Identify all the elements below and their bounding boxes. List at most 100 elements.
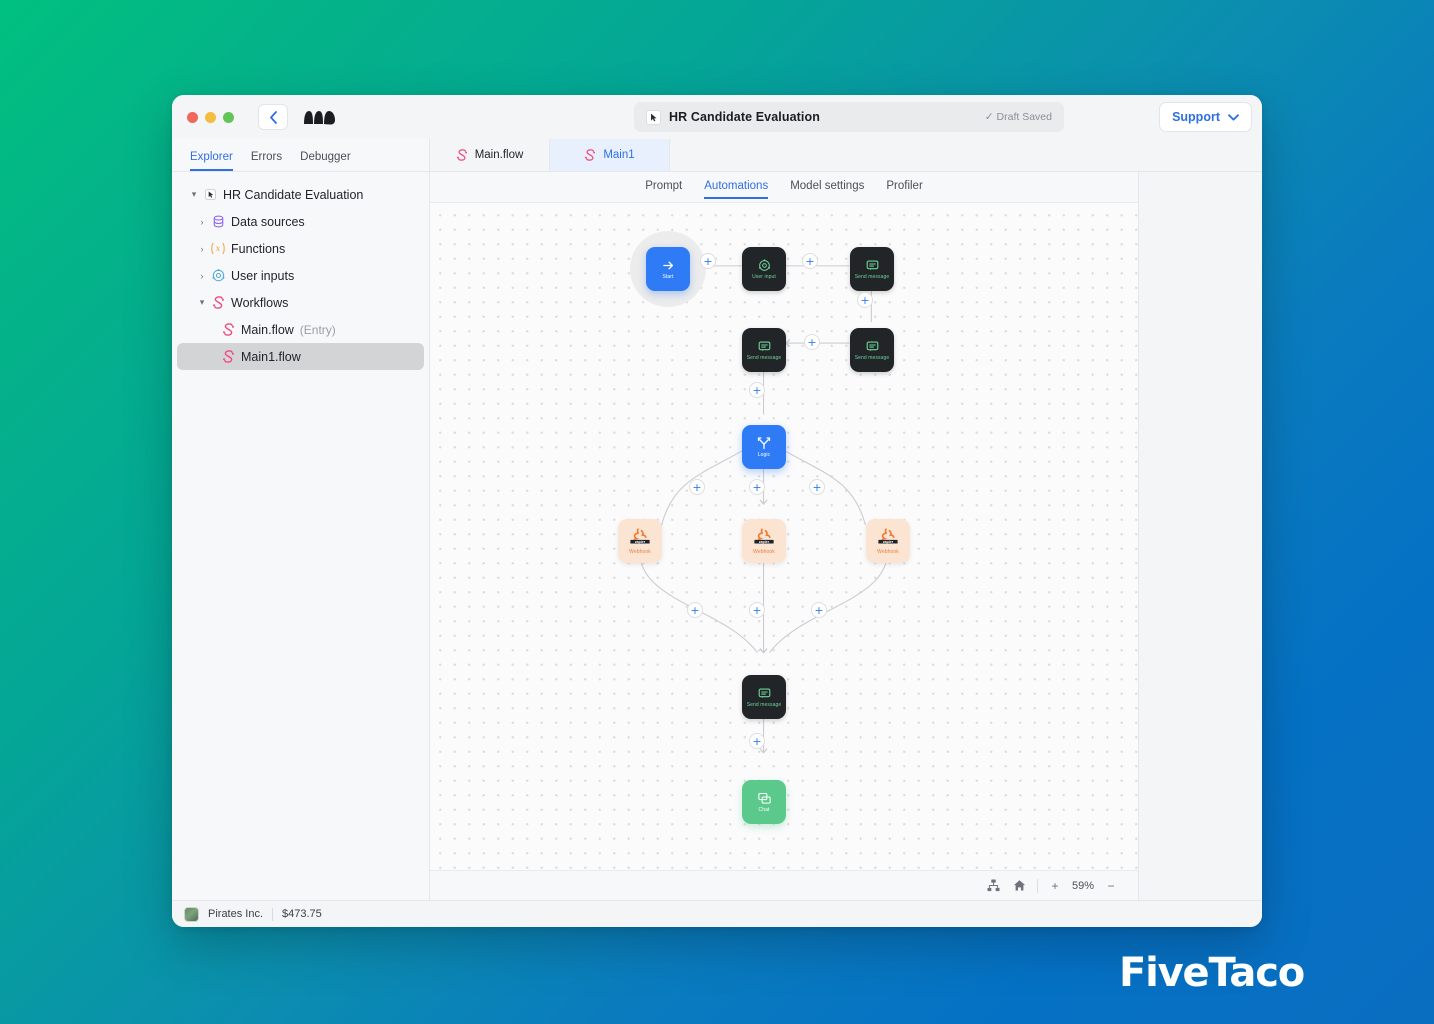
flow-icon: [219, 323, 237, 336]
flow-node-zapL[interactable]: zapier Webhook: [618, 519, 662, 563]
chevron-right-icon[interactable]: ›: [195, 244, 209, 254]
zapier-icon: zapier: [628, 527, 652, 547]
chevron-down-icon: [1228, 113, 1239, 120]
tab-automations[interactable]: Automations: [704, 181, 769, 199]
flow-icon: [585, 149, 596, 161]
flow-node-send2[interactable]: Send message: [850, 328, 894, 372]
add-node-button[interactable]: +: [700, 253, 716, 269]
flow-icon: [456, 149, 467, 161]
add-node-button[interactable]: +: [857, 292, 873, 308]
flow-canvas[interactable]: Start User input Send message Send message S…: [430, 203, 1138, 870]
tab-errors[interactable]: Errors: [251, 151, 282, 172]
flow-edge: [639, 545, 758, 654]
back-button[interactable]: [258, 104, 288, 130]
layout-tree-icon: [987, 879, 1001, 892]
flow-node-send4[interactable]: Send message: [742, 675, 786, 719]
svg-text:x: x: [216, 244, 221, 253]
chevron-right-icon[interactable]: ›: [195, 217, 209, 227]
chat-icon: [757, 792, 771, 805]
add-node-button[interactable]: +: [749, 602, 765, 618]
flow-node-chat[interactable]: Chat: [742, 780, 786, 824]
main-area: Main.flow Main1 Prompt Automations Model…: [430, 139, 1262, 900]
moveo-logo[interactable]: [302, 109, 336, 126]
tree-item-label: Workflows: [231, 295, 289, 310]
message-icon: [758, 340, 771, 353]
tab-debugger[interactable]: Debugger: [300, 151, 351, 172]
chevron-left-icon: [269, 110, 277, 124]
editor-subtabs: Prompt Automations Model settings Profil…: [430, 172, 1138, 203]
tree-item-label: Data sources: [231, 214, 305, 229]
zoom-out-button[interactable]: −: [1098, 875, 1124, 897]
tree-item-main1-flow[interactable]: Main1.flow: [177, 343, 424, 370]
arrow-right-icon: [662, 259, 675, 272]
fivetaco-watermark: FiveTaco: [1119, 950, 1305, 996]
maximize-window-button[interactable]: [223, 111, 234, 123]
tab-model-settings[interactable]: Model settings: [790, 181, 864, 199]
flow-node-start[interactable]: Start: [646, 247, 690, 291]
flow-node-zapR[interactable]: zapier Webhook: [866, 519, 910, 563]
flow-tab-bar: Main.flow Main1: [430, 139, 1262, 172]
message-icon: [758, 687, 771, 700]
flow-node-label: Send message: [746, 354, 782, 361]
add-node-button[interactable]: +: [804, 334, 820, 350]
editor-panel: Prompt Automations Model settings Profil…: [430, 172, 1139, 900]
chevron-down-icon[interactable]: ▾: [195, 297, 209, 308]
fit-view-button[interactable]: [981, 875, 1007, 897]
flow-tab-label: Main1: [603, 149, 635, 161]
tab-profiler[interactable]: Profiler: [886, 181, 922, 199]
home-view-button[interactable]: [1007, 875, 1033, 897]
add-node-button[interactable]: +: [809, 479, 825, 495]
close-window-button[interactable]: [187, 111, 198, 123]
tree-item-label: HR Candidate Evaluation: [223, 187, 364, 202]
tree-item-user-inputs[interactable]: › User inputs: [177, 262, 424, 289]
svg-text:zapier: zapier: [759, 540, 770, 544]
flow-node-label: Chat: [758, 806, 770, 813]
canvas-toolbar: + 59% −: [430, 870, 1138, 900]
add-node-button[interactable]: +: [749, 382, 765, 398]
flow-tab-main[interactable]: Main.flow: [430, 139, 550, 171]
tree-item-workflows[interactable]: ▾ Workflows: [177, 289, 424, 316]
zoom-in-button[interactable]: +: [1042, 875, 1068, 897]
minimize-window-button[interactable]: [205, 111, 216, 123]
add-node-button[interactable]: +: [689, 479, 705, 495]
tab-explorer[interactable]: Explorer: [190, 151, 233, 171]
flow-node-label: Webhook: [753, 549, 775, 555]
window-controls: [187, 111, 234, 123]
sidebar: Explorer Errors Debugger ▾ HR Candidate …: [172, 139, 430, 900]
flow-node-input[interactable]: User input: [742, 247, 786, 291]
flow-icon: [219, 350, 237, 363]
tree-item-main-flow[interactable]: Main.flow (Entry): [177, 316, 424, 343]
tree-item-label: Main1.flow: [241, 349, 301, 364]
chevron-down-icon[interactable]: ▾: [187, 189, 201, 200]
flow-node-send1[interactable]: Send message: [850, 247, 894, 291]
add-node-button[interactable]: +: [687, 602, 703, 618]
draft-status-label: Draft Saved: [996, 111, 1052, 123]
flow-node-logic[interactable]: Logic: [742, 425, 786, 469]
add-node-button[interactable]: +: [811, 602, 827, 618]
function-icon: x: [209, 242, 227, 255]
status-bar: Pirates Inc. $473.75: [172, 900, 1262, 927]
avatar: [184, 906, 199, 922]
document-title-pill[interactable]: HR Candidate Evaluation ✓ Draft Saved: [634, 102, 1064, 132]
flow-node-send3[interactable]: Send message: [742, 328, 786, 372]
add-node-button[interactable]: +: [749, 479, 765, 495]
org-name-label: Pirates Inc.: [208, 908, 264, 920]
flow-tab-label: Main.flow: [474, 149, 524, 161]
add-node-button[interactable]: +: [749, 733, 765, 749]
cursor-icon: [201, 189, 219, 200]
tree-item-project[interactable]: ▾ HR Candidate Evaluation: [177, 181, 424, 208]
tab-prompt[interactable]: Prompt: [645, 181, 682, 199]
add-node-button[interactable]: +: [802, 253, 818, 269]
flow-tab-main1[interactable]: Main1: [550, 139, 670, 171]
home-icon: [1014, 880, 1026, 891]
database-icon: [209, 215, 227, 228]
tree-item-data-sources[interactable]: › Data sources: [177, 208, 424, 235]
page-title: HR Candidate Evaluation: [669, 110, 820, 124]
tree-item-functions[interactable]: › x Functions: [177, 235, 424, 262]
chevron-right-icon[interactable]: ›: [195, 271, 209, 281]
flow-node-zapC[interactable]: zapier Webhook: [742, 519, 786, 563]
flow-node-label: Send message: [854, 354, 890, 361]
flow-canvas-wrap[interactable]: Start User input Send message Send message S…: [430, 203, 1138, 870]
support-label: Support: [1172, 110, 1220, 124]
support-button[interactable]: Support: [1159, 102, 1252, 132]
